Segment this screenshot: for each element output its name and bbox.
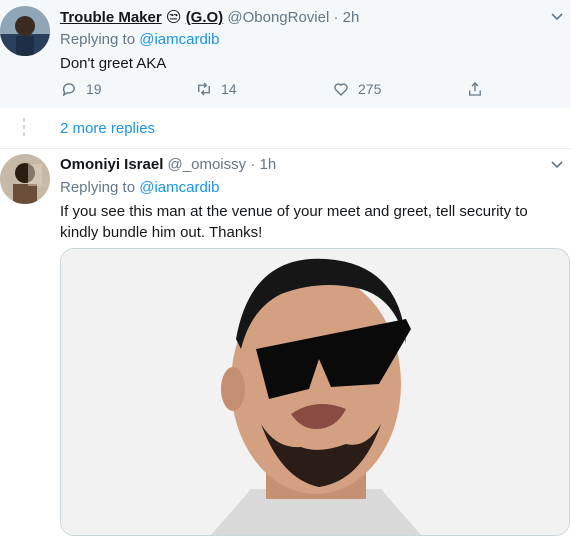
- reply-count: 19: [86, 81, 102, 97]
- retweet-count: 14: [221, 81, 237, 97]
- thread-gap: 2 more replies: [0, 108, 571, 149]
- display-name[interactable]: Omoniyi Israel: [60, 156, 163, 173]
- heart-icon: [334, 83, 348, 96]
- tweet-text: Don't greet AKA: [60, 55, 167, 72]
- tweet-photo[interactable]: [60, 248, 570, 536]
- replying-to-label: Replying to: [60, 31, 136, 48]
- display-name-suffix[interactable]: (G.O): [186, 9, 224, 26]
- timestamp[interactable]: · 2h: [333, 9, 359, 26]
- user-handle: @ObongRoviel: [227, 9, 330, 26]
- replying-to: Replying to @iamcardib: [60, 31, 219, 48]
- like-button[interactable]: 275: [332, 80, 381, 98]
- tweet-omoniyi-israel[interactable]: Omoniyi Israel @_omoissy · 1h Replying t…: [0, 148, 571, 538]
- mention-link[interactable]: @iamcardib: [139, 31, 219, 48]
- thread-dots: [23, 118, 25, 140]
- user-handle: @_omoissy: [167, 156, 247, 173]
- unamused-emoji: 😒: [165, 9, 182, 26]
- tweet-trouble-maker[interactable]: Trouble Maker 😒 (G.O) @ObongRoviel · 2h …: [0, 0, 571, 108]
- retweet-button[interactable]: 14: [195, 80, 237, 98]
- reply-icon: [62, 83, 75, 97]
- replying-to: Replying to @iamcardib: [60, 179, 219, 196]
- man-in-sunglasses-photo: [61, 249, 569, 535]
- tweet-text: If you see this man at the venue of your…: [60, 203, 528, 241]
- chevron-down-icon[interactable]: [549, 8, 565, 24]
- tweet-actions: 19 14 275: [60, 80, 520, 100]
- share-button[interactable]: [466, 80, 484, 98]
- chevron-down-icon[interactable]: [549, 156, 565, 172]
- timestamp[interactable]: · 1h: [250, 156, 276, 173]
- avatar[interactable]: [0, 6, 50, 56]
- mention-link[interactable]: @iamcardib: [139, 179, 219, 196]
- like-count: 275: [358, 81, 382, 97]
- more-replies-link[interactable]: 2 more replies: [60, 120, 155, 137]
- tweet-header: Omoniyi Israel @_omoissy · 1h: [60, 156, 276, 173]
- replying-to-label: Replying to: [60, 179, 136, 196]
- display-name[interactable]: Trouble Maker: [60, 9, 162, 26]
- retweet-icon: [198, 82, 210, 96]
- avatar[interactable]: [0, 154, 50, 204]
- tweet-header: Trouble Maker 😒 (G.O) @ObongRoviel · 2h: [60, 8, 359, 26]
- reply-button[interactable]: 19: [60, 80, 102, 98]
- share-icon: [469, 82, 481, 96]
